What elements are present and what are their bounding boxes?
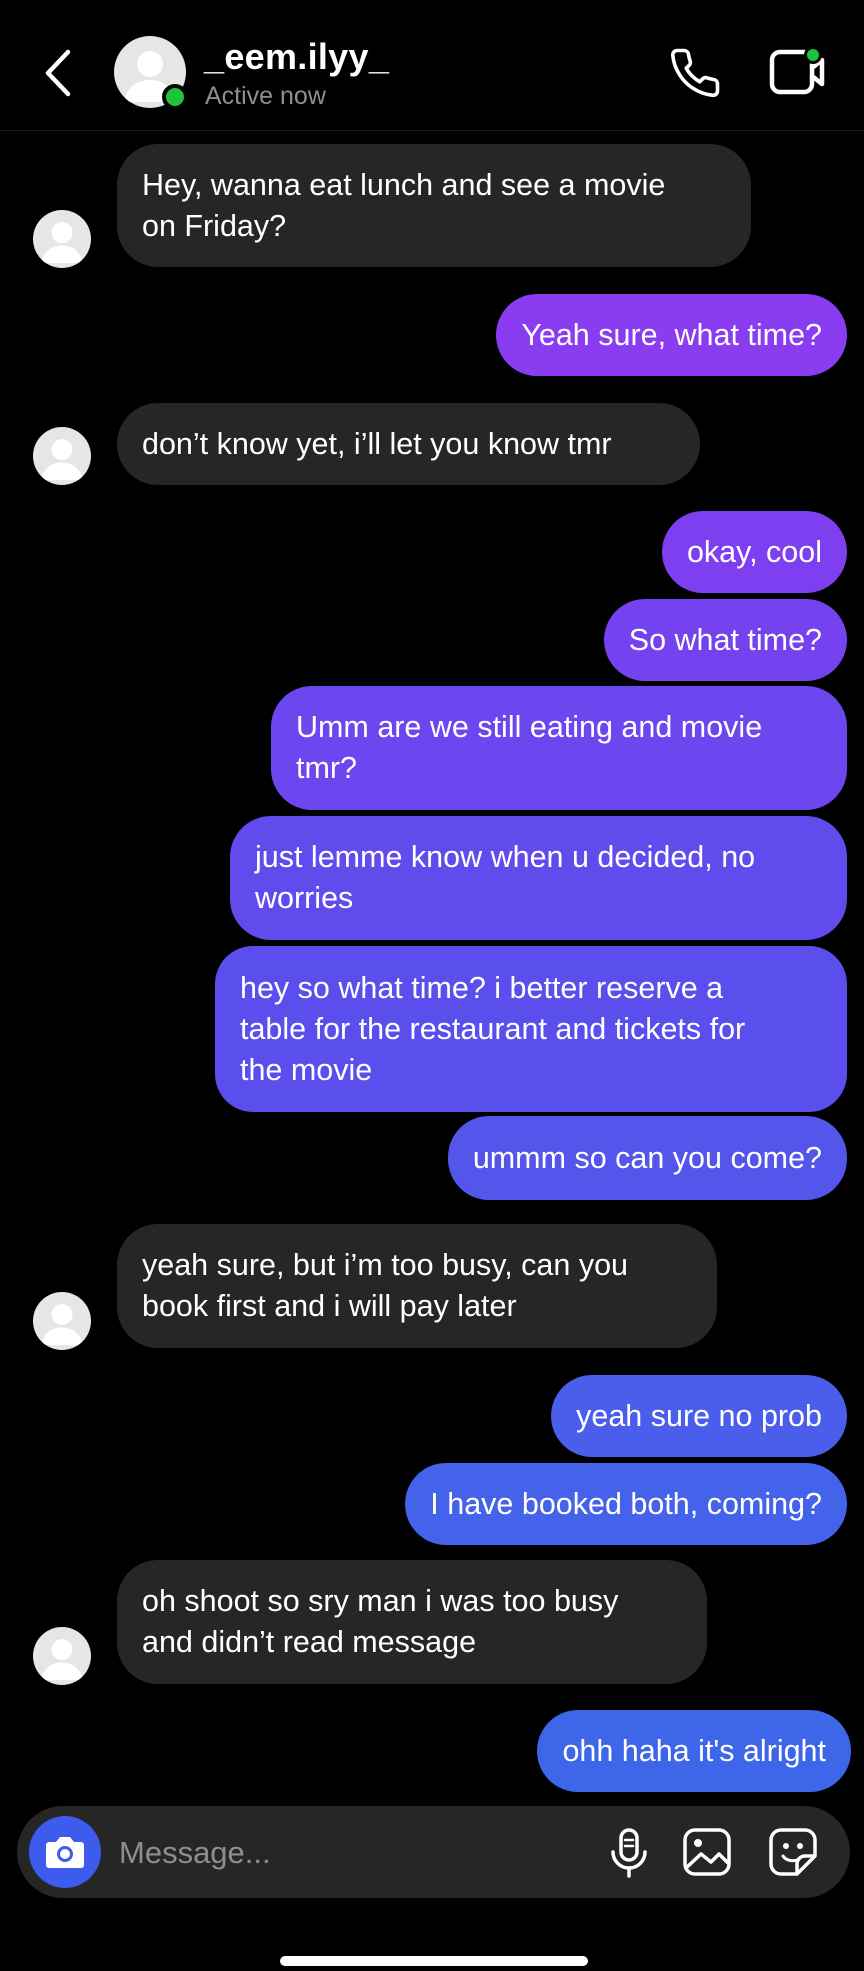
sticker-button[interactable] bbox=[767, 1826, 819, 1878]
default-avatar-icon bbox=[41, 1304, 83, 1346]
message-text-line: ummm so can you come? bbox=[472, 1140, 822, 1175]
message-bubble-sent[interactable]: Umm are we still eating and movie tmr? bbox=[271, 686, 847, 810]
message-text-line: just lemme know when u decided, no bbox=[255, 840, 756, 874]
message-text-line: Umm are we still eating and movie bbox=[296, 710, 763, 744]
gallery-button[interactable] bbox=[681, 1826, 733, 1878]
message-bubble-sent[interactable]: ummm so can you come? bbox=[447, 1116, 847, 1200]
message-text-line: Hey, wanna eat lunch and see a movie bbox=[142, 167, 666, 202]
message-text-line: okay, cool bbox=[686, 534, 822, 569]
microphone-icon bbox=[611, 1828, 647, 1878]
message-thread[interactable]: Hey, wanna eat lunch and see a movie on … bbox=[0, 130, 864, 1800]
default-avatar-icon bbox=[41, 222, 83, 264]
default-avatar-icon bbox=[41, 1639, 83, 1681]
camera-button[interactable] bbox=[29, 1816, 101, 1888]
message-text-line: yeah sure, but i’m too busy, can you bbox=[142, 1248, 629, 1282]
video-active-dot bbox=[804, 46, 822, 64]
message-bubble-received[interactable]: yeah sure, but i’m too busy, can you boo… bbox=[117, 1224, 717, 1348]
sender-avatar[interactable] bbox=[33, 210, 91, 268]
message-bubble-sent[interactable]: hey so what time? i better reserve a tab… bbox=[215, 946, 847, 1112]
home-indicator[interactable] bbox=[280, 1956, 588, 1966]
message-text-line: on Friday? bbox=[142, 208, 287, 243]
message-text-line: Yeah sure, what time? bbox=[521, 317, 822, 352]
message-bubble-sent[interactable]: okay, cool bbox=[661, 511, 847, 593]
sender-avatar[interactable] bbox=[33, 427, 91, 485]
camera-icon bbox=[46, 1837, 84, 1868]
phone-icon bbox=[670, 48, 720, 98]
message-bubble-sent[interactable]: Yeah sure, what time? bbox=[496, 294, 847, 376]
message-bubble-received[interactable]: oh shoot so sry man i was too busy and d… bbox=[117, 1560, 707, 1684]
message-text-line: I have booked both, coming? bbox=[430, 1486, 822, 1521]
contact-username[interactable]: _eem.ilyy_ bbox=[204, 36, 389, 78]
message-text-line: and didn’t read message bbox=[142, 1625, 477, 1659]
message-text-line: table for the restaurant and tickets for bbox=[240, 1011, 746, 1046]
message-text-line: book first and i will pay later bbox=[142, 1289, 517, 1323]
default-avatar-icon bbox=[41, 439, 83, 481]
back-button[interactable] bbox=[40, 48, 76, 98]
message-bubble-received[interactable]: Hey, wanna eat lunch and see a movie on … bbox=[117, 144, 751, 267]
sticker-icon bbox=[769, 1828, 817, 1876]
voice-message-button[interactable] bbox=[605, 1826, 653, 1880]
message-text-line: ohh haha it's alright bbox=[562, 1733, 826, 1768]
message-text-line: the movie bbox=[240, 1052, 373, 1087]
message-text-line: worries bbox=[255, 881, 354, 915]
message-bubble-sent[interactable]: So what time? bbox=[603, 599, 847, 681]
chevron-left-icon bbox=[45, 49, 71, 97]
message-text-line: yeah sure no prob bbox=[576, 1398, 822, 1433]
message-bubble-sent[interactable]: I have booked both, coming? bbox=[405, 1463, 847, 1545]
message-text-line: don’t know yet, i’ll let you know tmr bbox=[142, 426, 612, 461]
message-text-line: So what time? bbox=[628, 622, 822, 657]
message-composer bbox=[17, 1806, 850, 1898]
message-bubble-sent[interactable]: ohh haha it's alright bbox=[537, 1710, 851, 1792]
online-status-dot bbox=[162, 84, 188, 110]
sender-avatar[interactable] bbox=[33, 1627, 91, 1685]
message-text-line: tmr? bbox=[296, 751, 357, 785]
message-bubble-sent[interactable]: just lemme know when u decided, no worri… bbox=[230, 816, 847, 940]
image-icon bbox=[683, 1828, 731, 1876]
message-text-line: oh shoot so sry man i was too busy bbox=[142, 1584, 619, 1618]
message-input[interactable] bbox=[117, 1822, 501, 1884]
sender-avatar[interactable] bbox=[33, 1292, 91, 1350]
chat-header: _eem.ilyy_ Active now bbox=[0, 0, 864, 131]
message-text-line: hey so what time? i better reserve a bbox=[240, 970, 724, 1005]
voice-call-button[interactable] bbox=[668, 46, 722, 100]
contact-status: Active now bbox=[205, 82, 326, 110]
message-bubble-sent[interactable]: yeah sure no prob bbox=[551, 1375, 847, 1457]
message-bubble-received[interactable]: don’t know yet, i’ll let you know tmr bbox=[117, 403, 700, 485]
